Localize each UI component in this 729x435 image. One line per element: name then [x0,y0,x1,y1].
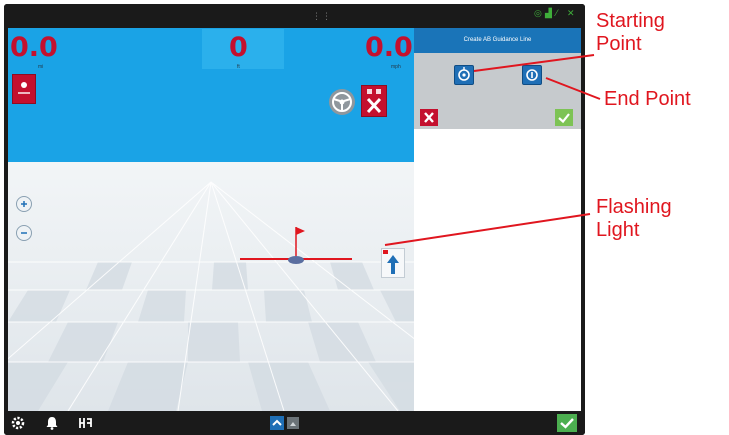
starting-point-button[interactable] [454,65,474,85]
flashing-light [383,250,388,254]
gps-status-icon: ◎ [534,8,542,18]
status-bar: ⋮⋮ ◎ ▟ ⁄ ✕ [4,4,585,28]
target-end-icon [526,69,538,81]
alerts-button[interactable] [44,415,60,431]
end-point-button[interactable] [522,65,542,85]
zoom-in-icon [21,201,27,207]
flashing-light-callout-line1: Flashing [596,196,672,218]
end-point-callout: End Point [604,88,691,110]
ground-grid [8,162,414,411]
implement-button[interactable] [78,415,94,431]
target-start-icon [458,67,470,81]
up-arrow-icon [383,250,399,274]
bell-icon [46,417,58,430]
point-controls [414,53,581,129]
bottom-toolbar [4,411,585,435]
check-icon [560,418,574,429]
flashing-light-callout-line2: Light [596,219,640,241]
flashing-light-callout: Flashing Light [596,196,672,242]
accept-button[interactable] [555,109,573,126]
starting-point-callout: Starting Point [596,10,665,56]
flag-icon [296,227,305,235]
main-screen: 0.0 mi 0 ft 0.0 mph Create AB Guidance L… [8,28,581,411]
chevron-up-icon [272,419,282,426]
ground-plane[interactable] [8,162,414,411]
offset-unit: ft [237,64,240,70]
check-icon [558,113,570,124]
settings-button[interactable] [10,415,26,431]
speed-left-unit: mi [38,64,44,70]
vehicle-icon [288,256,304,264]
expand-up-button[interactable] [270,416,284,430]
display-device: ⋮⋮ ◎ ▟ ⁄ ✕ 0.0 mi 0 ft 0.0 mph Create AB… [4,4,585,435]
guidance-view: 0.0 mi 0 ft 0.0 mph [8,28,414,411]
speed-right-readout: 0.0 [365,32,413,63]
signal-status-icon: ▟ [545,8,552,18]
direction-indicator[interactable] [381,248,405,278]
vehicle-marker [240,227,352,264]
steering-button[interactable] [329,89,355,115]
starting-point-callout-line1: Starting [596,10,665,32]
implement-icon [79,418,92,428]
status-icons: ◎ ▟ ⁄ ✕ [534,8,575,18]
confirm-button[interactable] [557,414,577,432]
speed-right-unit: mph [391,64,401,70]
disengage-icon [366,89,382,114]
offset-readout: 0 [229,32,248,63]
starting-point-callout-line2: Point [596,33,642,55]
zoom-out-button[interactable] [16,225,32,241]
minimize-button[interactable] [287,417,299,429]
ab-line-panel: Create AB Guidance Line [414,28,581,411]
collapse-icon [290,422,296,426]
panel-title: Create AB Guidance Line [414,28,581,53]
connection-status-icon: ✕ [567,8,575,18]
drag-handle[interactable]: ⋮⋮ [312,12,332,22]
disengage-button[interactable] [361,85,387,117]
steering-wheel-icon [332,92,352,112]
record-icon [18,82,30,94]
zoom-in-button[interactable] [16,196,32,212]
close-icon [424,112,434,123]
zoom-out-icon [21,232,27,234]
gear-icon [11,416,25,430]
cancel-button[interactable] [420,109,438,126]
speed-left-readout: 0.0 [10,32,58,63]
antenna-status-icon: ⁄ [556,8,558,18]
record-button[interactable] [12,74,36,104]
